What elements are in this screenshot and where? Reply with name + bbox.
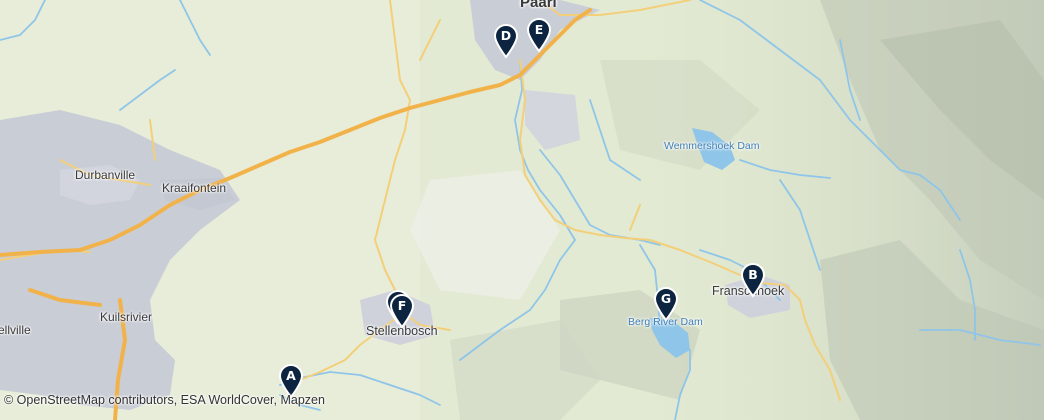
place-label-bellville: Bellville — [0, 323, 31, 337]
map-marker-g[interactable]: G — [652, 286, 680, 322]
map-attribution[interactable]: © OpenStreetMap contributors, ESA WorldC… — [4, 393, 325, 407]
marker-label: G — [660, 291, 672, 306]
map-marker-b[interactable]: B — [739, 262, 767, 298]
map-view[interactable]: Paarl Durbanville Kraaifontein Kuilsrivi… — [0, 0, 1044, 420]
place-label-durbanville: Durbanville — [75, 168, 136, 182]
map-marker-e[interactable]: E — [525, 17, 553, 53]
marker-label: D — [500, 28, 512, 43]
map-marker-d[interactable]: D — [492, 23, 520, 59]
marker-label: B — [748, 267, 758, 282]
marker-label: F — [397, 298, 407, 313]
map-base-layer — [0, 0, 1044, 420]
place-label-kuilsrivier: Kuilsrivier — [100, 310, 153, 324]
place-label-wemmershoek-dam: Wemmershoek Dam — [664, 140, 760, 152]
marker-label: E — [534, 22, 544, 37]
place-label-paarl: Paarl — [520, 0, 557, 11]
place-label-kraaifontein: Kraaifontein — [162, 181, 227, 195]
marker-label: A — [286, 368, 296, 383]
map-marker-f[interactable]: F — [388, 293, 416, 329]
